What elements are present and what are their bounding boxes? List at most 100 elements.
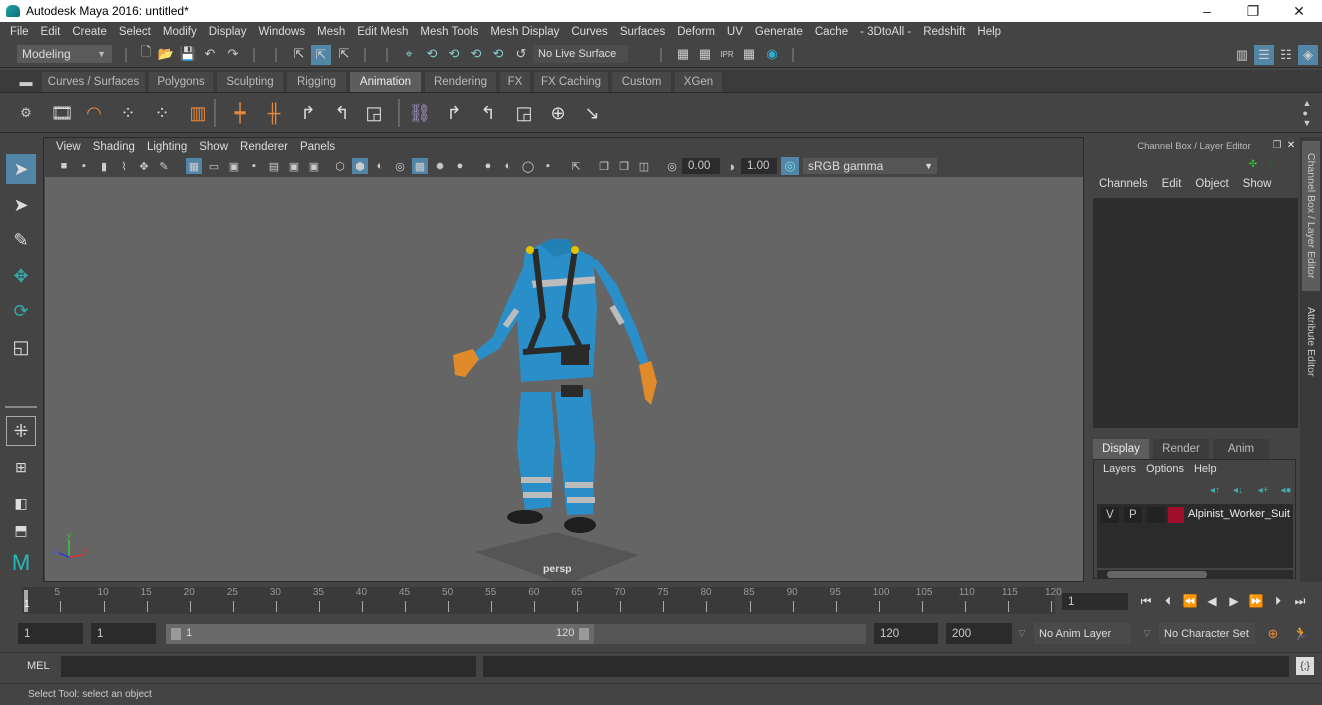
alpinist-worker-suit-model[interactable]: [453, 239, 657, 533]
attribute-editor-toggle-icon[interactable]: ☰: [1254, 45, 1274, 65]
attribute-editor-side-tab[interactable]: Attribute Editor: [1302, 297, 1320, 387]
redo-icon[interactable]: ↷: [225, 46, 241, 62]
select-tool-icon[interactable]: ➤: [6, 154, 36, 184]
viewport-menu-renderer[interactable]: Renderer: [234, 141, 294, 153]
layer-tab-display[interactable]: Display: [1093, 439, 1149, 459]
ik-handle-icon[interactable]: ⛓: [408, 101, 432, 125]
layer-menu-options[interactable]: Options: [1141, 463, 1189, 475]
menu-redshift[interactable]: Redshift: [917, 26, 971, 38]
layer-visibility-toggle[interactable]: V: [1101, 507, 1119, 523]
grid-toggle-icon[interactable]: ▦: [186, 158, 202, 174]
viewport-menu-show[interactable]: Show: [193, 141, 234, 153]
play-forwards-button[interactable]: ▶: [1225, 593, 1243, 609]
time-slider[interactable]: 1 5 10 15 20 25 30 35 40 45 50 55 60 65 70 75 80 85 90 95 1…: [22, 587, 1062, 614]
aim-constraint-icon[interactable]: ↰: [330, 101, 354, 125]
select-hierarchy-icon[interactable]: ⇱: [290, 45, 308, 63]
set-key-icon[interactable]: ⁘: [116, 101, 140, 125]
parent-constraint-icon[interactable]: ┿: [228, 101, 252, 125]
menu-mesh-tools[interactable]: Mesh Tools: [414, 26, 484, 38]
shelf-tab-sculpting[interactable]: Sculpting: [217, 72, 283, 92]
layer-menu-layers[interactable]: Layers: [1098, 463, 1141, 475]
shelf-gear-icon[interactable]: ⚙: [18, 105, 34, 121]
scale-tool-icon[interactable]: ◱: [6, 332, 36, 362]
channel-box-toggle-icon[interactable]: ◈: [1298, 45, 1318, 65]
layer-color-swatch[interactable]: [1168, 507, 1184, 523]
step-forward-frame-button[interactable]: ⏵: [1269, 593, 1287, 609]
menu-generate[interactable]: Generate: [749, 26, 809, 38]
xray-icon[interactable]: ✹: [432, 158, 448, 174]
menu-curves[interactable]: Curves: [565, 26, 613, 38]
range-start-handle[interactable]: [171, 628, 181, 640]
menu-deform[interactable]: Deform: [671, 26, 721, 38]
menu-3dtoall[interactable]: - 3DtoAll -: [854, 26, 917, 38]
viewport-menu-lighting[interactable]: Lighting: [141, 141, 193, 153]
select-camera-icon[interactable]: ⇱: [568, 158, 584, 174]
channel-box-menu-show[interactable]: Show: [1237, 178, 1278, 190]
auto-key-icon[interactable]: ⊕: [1263, 624, 1283, 644]
shelf-tab-fx-caching[interactable]: FX Caching: [534, 72, 608, 92]
menu-select[interactable]: Select: [113, 26, 157, 38]
snap-view-plane-icon[interactable]: ⟲: [467, 45, 485, 63]
channel-box-menu-edit[interactable]: Edit: [1156, 178, 1188, 190]
rotate-tool-icon[interactable]: ⟳: [6, 296, 36, 326]
joint-tool-icon[interactable]: ↱: [442, 101, 466, 125]
shadows-icon[interactable]: ▩: [412, 158, 428, 174]
four-view-layout-icon[interactable]: ⊞: [6, 452, 36, 482]
menu-windows[interactable]: Windows: [252, 26, 311, 38]
new-layer-selected-icon[interactable]: ◂●: [1278, 484, 1294, 496]
smooth-shade-icon[interactable]: ⬢: [352, 158, 368, 174]
menu-create[interactable]: Create: [66, 26, 113, 38]
move-layer-down-icon[interactable]: ◂↓: [1230, 484, 1246, 496]
layer-tab-anim[interactable]: Anim: [1213, 439, 1269, 459]
go-to-end-button[interactable]: ⏭: [1291, 593, 1309, 609]
point-constraint-icon[interactable]: ╫: [262, 101, 286, 125]
menu-edit-mesh[interactable]: Edit Mesh: [351, 26, 414, 38]
range-slider[interactable]: 1 120: [166, 624, 594, 644]
live-surface-icon[interactable]: ↺: [512, 45, 530, 63]
grease-pencil-icon[interactable]: ✎: [156, 158, 172, 174]
camera-attributes-icon[interactable]: ▪: [76, 158, 92, 174]
maya-home-icon[interactable]: M: [6, 548, 36, 578]
menu-mesh[interactable]: Mesh: [311, 26, 351, 38]
graph-editor-icon[interactable]: ◠: [82, 101, 106, 125]
select-object-icon[interactable]: ⇱: [311, 45, 331, 65]
exposure-field[interactable]: 0.00: [682, 158, 720, 174]
exposure-icon[interactable]: ◎: [664, 158, 680, 174]
xray-joints-icon[interactable]: ◐: [500, 158, 516, 174]
render-view-icon[interactable]: ▦: [674, 45, 692, 63]
menu-display[interactable]: Display: [203, 26, 253, 38]
2d-pan-zoom-icon[interactable]: ✥: [136, 158, 152, 174]
lasso-tool-icon[interactable]: ➤: [6, 190, 36, 220]
scale-constraint-icon[interactable]: ◲: [362, 101, 386, 125]
viewport-menu-shading[interactable]: Shading: [87, 141, 141, 153]
wireframe-icon[interactable]: ⬡: [332, 158, 348, 174]
menu-surfaces[interactable]: Surfaces: [614, 26, 671, 38]
menu-help[interactable]: Help: [971, 26, 1007, 38]
move-layer-up-icon[interactable]: ◂↑: [1207, 484, 1223, 496]
menu-mesh-display[interactable]: Mesh Display: [484, 26, 565, 38]
shelf-tab-custom[interactable]: Custom: [612, 72, 671, 92]
menu-edit[interactable]: Edit: [35, 26, 67, 38]
anim-layer-dropdown-icon[interactable]: ▽: [1016, 626, 1028, 640]
set-breakdown-icon[interactable]: ⁘: [150, 101, 174, 125]
layer-name[interactable]: Alpinist_Worker_Suit: [1188, 508, 1290, 520]
undo-icon[interactable]: ↶: [202, 46, 218, 62]
go-to-start-button[interactable]: ⏮: [1137, 593, 1155, 609]
perspective-viewport[interactable]: y x z persp: [45, 177, 1083, 581]
layer-horizontal-scrollbar[interactable]: [1097, 570, 1293, 579]
snap-grid-icon[interactable]: ⌖: [400, 45, 418, 63]
color-management-icon[interactable]: ◎: [781, 157, 799, 175]
ik-spline-icon[interactable]: ↰: [476, 101, 500, 125]
shelf-scroll[interactable]: ▲ ● ▼: [1300, 95, 1314, 131]
field-chart-icon[interactable]: ▤: [266, 158, 282, 174]
ambient-occlusion-icon[interactable]: ●: [452, 158, 468, 174]
shelf-tab-curves-surfaces[interactable]: Curves / Surfaces: [42, 72, 145, 92]
minimize-button[interactable]: –: [1184, 0, 1230, 22]
xray-active-icon[interactable]: ◯: [520, 158, 536, 174]
move-tool-icon[interactable]: ✥: [6, 261, 36, 291]
live-surface-field[interactable]: No Live Surface: [533, 45, 628, 63]
render-current-icon[interactable]: ▦: [696, 45, 714, 63]
channel-box-side-tab[interactable]: Channel Box / Layer Editor: [1302, 141, 1320, 291]
image-plane-icon[interactable]: ⌇: [116, 158, 132, 174]
maximize-button[interactable]: ❐: [1230, 0, 1276, 22]
